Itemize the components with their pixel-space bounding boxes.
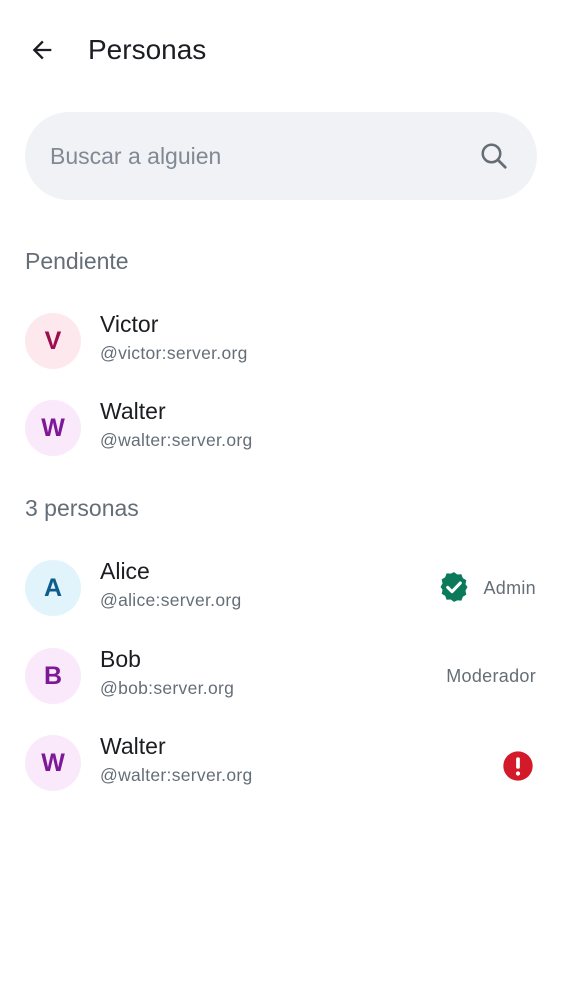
search-input[interactable] (50, 136, 470, 176)
member-handle: @walter:server.org (100, 430, 253, 450)
avatar: B (25, 648, 81, 704)
avatar: W (25, 735, 81, 791)
member-handle: @walter:server.org (100, 765, 253, 785)
member-name: Alice (100, 558, 150, 584)
page-title: Personas (88, 34, 207, 65)
member-row-pending[interactable]: V Victor @victor:server.org (0, 297, 562, 385)
verified-check-icon (440, 572, 468, 602)
top-app-bar: Personas (0, 0, 562, 100)
member-handle: @alice:server.org (100, 590, 242, 610)
role-label-moderator: Moderador (446, 666, 536, 686)
member-handle: @victor:server.org (100, 343, 248, 363)
role-label-admin: Admin (483, 578, 536, 598)
member-name: Victor (100, 311, 159, 337)
avatar: A (25, 560, 81, 616)
member-name: Walter (100, 398, 166, 424)
back-button[interactable] (20, 28, 64, 72)
member-name: Walter (100, 733, 166, 759)
avatar: W (25, 400, 81, 456)
member-row[interactable]: B Bob @bob:server.org Moderador (0, 632, 562, 720)
member-name: Bob (100, 646, 141, 672)
section-header-pending: Pendiente (25, 248, 129, 274)
member-row-pending[interactable]: W Walter @walter:server.org (0, 384, 562, 472)
member-row[interactable]: A Alice @alice:server.org Admin (0, 544, 562, 632)
error-icon (503, 751, 533, 781)
avatar: V (25, 313, 81, 369)
search-icon[interactable] (479, 141, 509, 171)
search-bar[interactable] (25, 112, 537, 200)
member-handle: @bob:server.org (100, 678, 235, 698)
member-row[interactable]: W Walter @walter:server.org (0, 719, 562, 807)
section-header-members: 3 personas (25, 495, 139, 521)
arrow-left-icon (32, 40, 52, 60)
